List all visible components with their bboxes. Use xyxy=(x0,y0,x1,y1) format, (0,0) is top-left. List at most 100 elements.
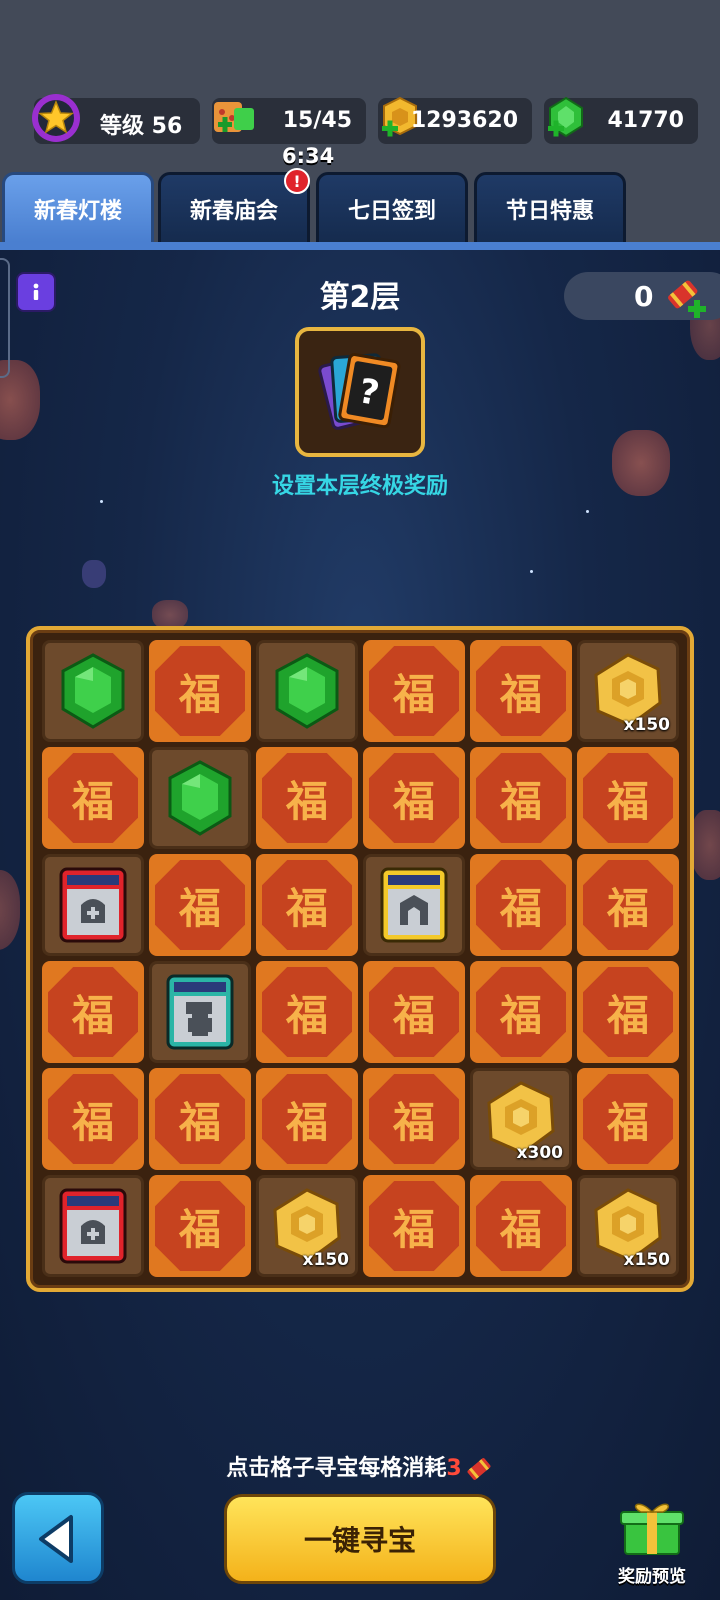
revealed-tile-coin[interactable]: x150 xyxy=(577,1175,679,1277)
fu-tile-unopened[interactable]: 福 xyxy=(42,961,144,1063)
set-reward-link[interactable]: 设置本层终极奖励 xyxy=(0,468,720,500)
fu-tile-unopened[interactable]: 福 xyxy=(577,961,679,1063)
star-icon xyxy=(32,94,80,142)
fu-tile-face: 福 xyxy=(155,1074,245,1164)
fu-tile-unopened[interactable]: 福 xyxy=(470,961,572,1063)
helmet-card-red-icon xyxy=(59,1188,127,1264)
fu-character: 福 xyxy=(606,776,649,826)
fu-tile-unopened[interactable]: 福 xyxy=(256,747,358,849)
fu-tile-unopened[interactable]: 福 xyxy=(470,640,572,742)
fu-tile-unopened[interactable]: 福 xyxy=(363,640,465,742)
tab-label: 新春灯楼 xyxy=(33,198,122,224)
tab-lantern-tower[interactable]: 新春灯楼 xyxy=(2,172,154,242)
fu-character: 福 xyxy=(285,776,328,826)
fu-character: 福 xyxy=(392,776,435,826)
fu-tile-unopened[interactable]: 福 xyxy=(577,854,679,956)
fu-tile-unopened[interactable]: 福 xyxy=(577,747,679,849)
level-label: 等级 56 xyxy=(100,114,183,139)
fu-tile-face: 福 xyxy=(262,860,352,950)
fu-character: 福 xyxy=(71,1097,114,1147)
fu-tile-unopened[interactable]: 福 xyxy=(149,854,251,956)
revealed-tile-card-teal[interactable] xyxy=(149,961,251,1063)
revealed-tile-coin[interactable]: x150 xyxy=(256,1175,358,1277)
fu-tile-unopened[interactable]: 福 xyxy=(256,854,358,956)
fu-tile-unopened[interactable]: 福 xyxy=(470,854,572,956)
one-click-search-button[interactable]: 一键寻宝 xyxy=(224,1494,496,1584)
fu-character: 福 xyxy=(178,1097,221,1147)
fu-character: 福 xyxy=(392,1097,435,1147)
fu-character: 福 xyxy=(285,1097,328,1147)
fu-tile-unopened[interactable]: 福 xyxy=(363,747,465,849)
lantern-decoration xyxy=(82,560,106,588)
fu-tile-face: 福 xyxy=(583,753,673,843)
tab-label: 新春庙会 xyxy=(189,198,278,224)
fu-character: 福 xyxy=(71,776,114,826)
reward-quantity: x150 xyxy=(302,1250,349,1270)
fu-tile-unopened[interactable]: 福 xyxy=(42,1068,144,1170)
gem-add-icon xyxy=(548,96,583,138)
fu-tile-unopened[interactable]: 福 xyxy=(256,961,358,1063)
fu-tile-unopened[interactable]: 福 xyxy=(149,640,251,742)
fu-tile-face: 福 xyxy=(48,753,138,843)
gift-icon xyxy=(620,1503,684,1555)
fu-character: 福 xyxy=(178,1204,221,1254)
star-decoration xyxy=(530,570,533,573)
lantern-decoration xyxy=(690,810,720,880)
helmet-card-red-icon xyxy=(59,867,127,943)
gems-display[interactable]: 41770 xyxy=(544,96,698,144)
fu-tile-face: 福 xyxy=(48,967,138,1057)
revealed-tile-gem[interactable] xyxy=(149,747,251,849)
tab-label: 节日特惠 xyxy=(505,198,594,224)
revealed-tile-gem[interactable] xyxy=(256,640,358,742)
cannon-card-teal-icon xyxy=(166,974,234,1050)
fu-character: 福 xyxy=(392,1204,435,1254)
revealed-tile-card-red[interactable] xyxy=(42,854,144,956)
fu-tile-face: 福 xyxy=(155,646,245,736)
treasure-board: 福福福 x150 福福福福福福福福福福福福福福福福福福 x300 福福 x150 福福 x15… xyxy=(26,626,694,1292)
reward-preview-label: 奖励预览 xyxy=(618,1567,686,1587)
fu-tile-unopened[interactable]: 福 xyxy=(577,1068,679,1170)
back-button[interactable] xyxy=(12,1492,104,1584)
fu-tile-face: 福 xyxy=(476,753,566,843)
fu-character: 福 xyxy=(499,669,542,719)
fu-tile-face: 福 xyxy=(476,967,566,1057)
reward-preview-button[interactable]: 奖励预览 xyxy=(612,1498,692,1588)
fu-tile-unopened[interactable]: 福 xyxy=(363,961,465,1063)
revealed-tile-coin[interactable]: x300 xyxy=(470,1068,572,1170)
fu-tile-face: 福 xyxy=(369,1181,459,1271)
notification-badge: ! xyxy=(284,168,310,194)
revealed-tile-gem[interactable] xyxy=(42,640,144,742)
fu-tile-unopened[interactable]: 福 xyxy=(363,1175,465,1277)
fu-character: 福 xyxy=(499,1204,542,1254)
level-display[interactable]: 等级 56 xyxy=(32,94,200,144)
fu-tile-unopened[interactable]: 福 xyxy=(149,1068,251,1170)
gem-icon xyxy=(168,760,232,836)
ultimate-reward-slot[interactable]: ? xyxy=(295,327,425,457)
energy-display[interactable]: 15/45 xyxy=(212,98,366,144)
reward-quantity: x150 xyxy=(623,1250,670,1270)
revealed-tile-coin[interactable]: x150 xyxy=(577,640,679,742)
fu-character: 福 xyxy=(71,990,114,1040)
fu-tile-unopened[interactable]: 福 xyxy=(470,1175,572,1277)
ticket-counter[interactable]: 0 xyxy=(564,272,720,320)
fu-tile-unopened[interactable]: 福 xyxy=(256,1068,358,1170)
fu-tile-face: 福 xyxy=(583,1074,673,1164)
star-decoration xyxy=(100,500,103,503)
tab-holiday-deals[interactable]: 节日特惠 xyxy=(474,172,626,242)
firecracker-icon xyxy=(467,1458,491,1480)
fu-tile-unopened[interactable]: 福 xyxy=(149,1175,251,1277)
coins-display[interactable]: 1293620 xyxy=(378,96,532,144)
revealed-tile-card-red[interactable] xyxy=(42,1175,144,1277)
fu-tile-unopened[interactable]: 福 xyxy=(470,747,572,849)
fu-tile-face: 福 xyxy=(583,967,673,1057)
fu-tile-unopened[interactable]: 福 xyxy=(363,1068,465,1170)
helmet-card-yellow-icon xyxy=(380,867,448,943)
fu-tile-face: 福 xyxy=(369,646,459,736)
fu-character: 福 xyxy=(499,990,542,1040)
fu-tile-face: 福 xyxy=(476,1181,566,1271)
energy-value: 15/45 xyxy=(282,108,352,133)
tab-seven-day-checkin[interactable]: 七日签到 xyxy=(316,172,468,242)
fu-tile-unopened[interactable]: 福 xyxy=(42,747,144,849)
revealed-tile-card-yellow[interactable] xyxy=(363,854,465,956)
cost-hint: 点击格子寻宝每格消耗3 xyxy=(0,1450,720,1484)
